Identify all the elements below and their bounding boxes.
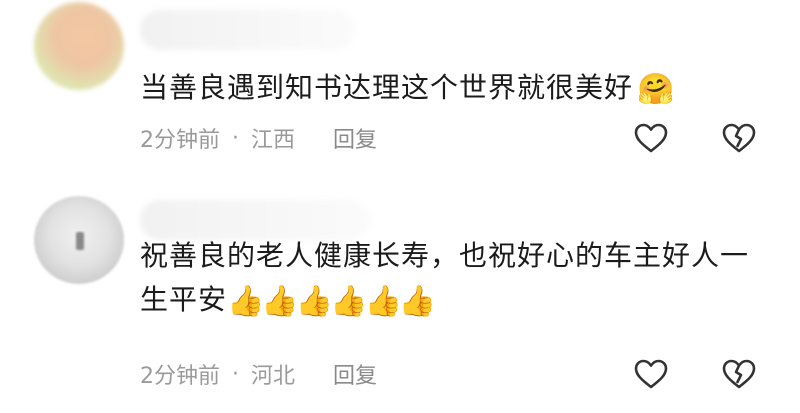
- meta-separator: ·: [232, 361, 239, 387]
- comment-time: 2分钟前: [140, 364, 220, 389]
- thumbs-up-icon: 👍: [261, 284, 299, 319]
- username-blurred[interactable]: [140, 10, 355, 50]
- comment-text: 祝善良的老人健康长寿，也祝好心的车主好人一生平安👍👍👍👍👍👍: [140, 234, 760, 324]
- comment-location: 江西: [251, 128, 296, 153]
- avatar-figure-icon: [76, 232, 84, 250]
- broken-heart-outline-icon[interactable]: [721, 356, 757, 392]
- comment-item: 祝善良的老人健康长寿，也祝好心的车主好人一生平安👍👍👍👍👍👍 2分钟前 · 河北…: [0, 188, 800, 413]
- thumbs-up-icon: 👍: [330, 284, 368, 319]
- comment-meta: 2分钟前 · 河北 回复: [140, 358, 377, 390]
- thumbs-up-icon: 👍: [398, 284, 437, 319]
- thumbs-up-icon: 👍: [227, 284, 265, 319]
- hugging-face-icon: 🤗: [637, 72, 676, 107]
- thumbs-up-icon: 👍: [364, 284, 402, 319]
- comment-meta: 2分钟前 · 江西 回复: [140, 122, 377, 154]
- avatar[interactable]: [34, 196, 124, 284]
- broken-heart-outline-icon[interactable]: [721, 120, 757, 156]
- avatar[interactable]: [34, 2, 124, 90]
- thumbs-up-icon: 👍: [295, 284, 334, 319]
- heart-outline-icon[interactable]: [633, 120, 669, 156]
- comment-location: 河北: [251, 364, 296, 389]
- comment-body: 当善良遇到知书达理这个世界就很美好: [140, 71, 634, 104]
- comment-item: 当善良遇到知书达理这个世界就很美好 🤗 2分钟前 · 江西 回复: [0, 0, 800, 190]
- meta-separator: ·: [232, 125, 239, 151]
- reply-button[interactable]: 回复: [333, 122, 377, 154]
- comment-text: 当善良遇到知书达理这个世界就很美好 🤗: [140, 66, 760, 112]
- thumbs-up-icons: 👍👍👍👍👍👍: [227, 280, 437, 324]
- comment-time: 2分钟前: [140, 128, 220, 153]
- reply-button[interactable]: 回复: [333, 358, 377, 390]
- heart-outline-icon[interactable]: [633, 356, 669, 392]
